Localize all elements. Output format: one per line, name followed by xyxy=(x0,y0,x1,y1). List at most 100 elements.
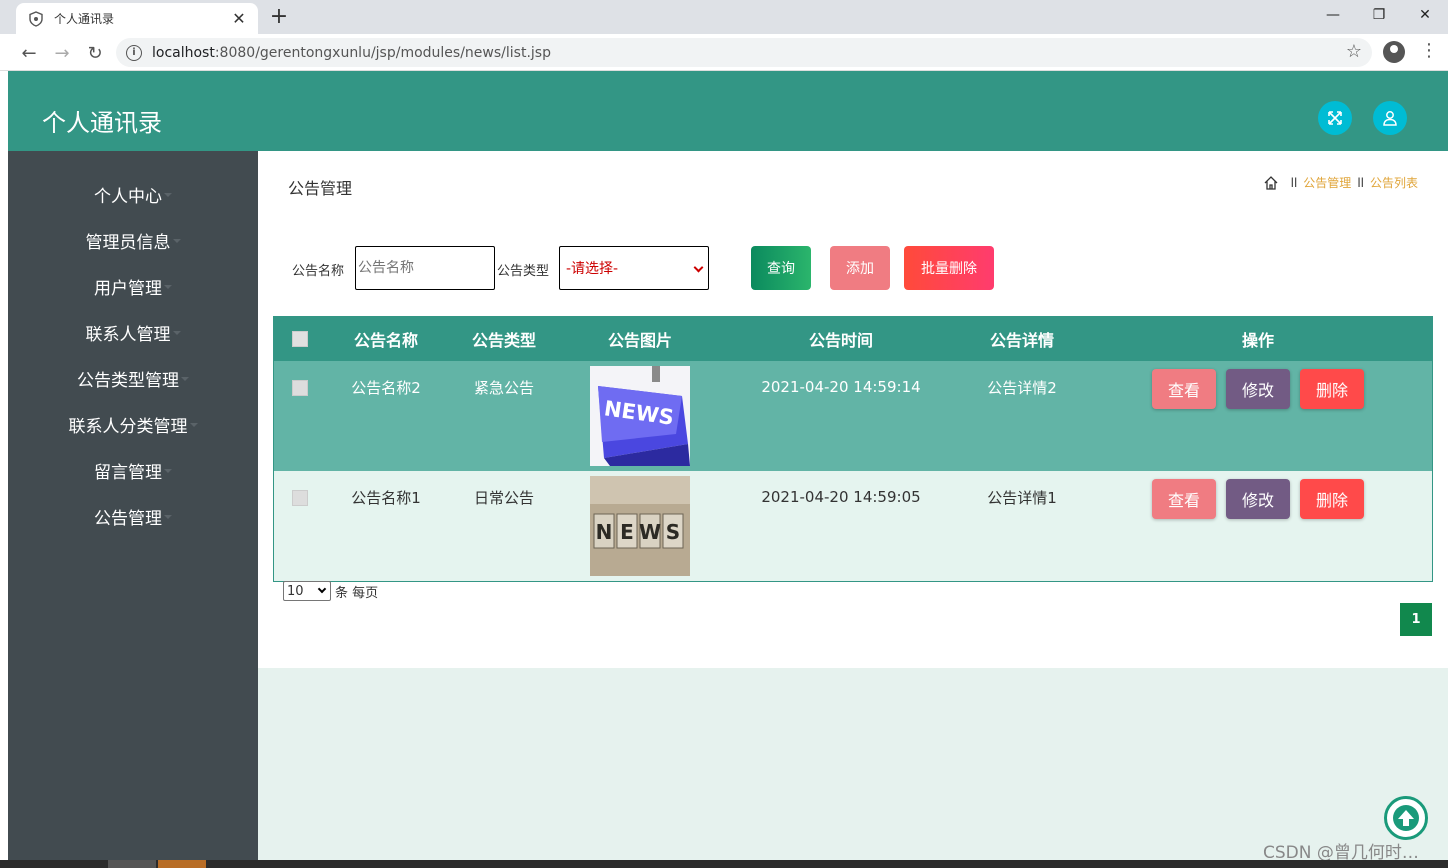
sidebar-item-notice-type-management[interactable]: 公告类型管理 xyxy=(8,363,258,393)
main-content: 公告管理 ll 公告管理 ll 公告列表 公告名称 公告类型 -请选择- 查询 … xyxy=(258,151,1448,860)
app-header: 个人通讯录 xyxy=(8,71,1448,151)
view-button[interactable]: 查看 xyxy=(1152,369,1216,409)
table-header: 公告名称 公告类型 公告图片 公告时间 公告详情 操作 xyxy=(274,317,1432,361)
delete-button[interactable]: 删除 xyxy=(1300,479,1364,519)
add-button[interactable]: 添加 xyxy=(830,246,890,290)
notice-name-cell: 公告名称2 xyxy=(351,378,421,397)
shield-icon xyxy=(29,10,43,27)
notice-name-input[interactable] xyxy=(355,246,495,290)
page-button-current[interactable]: 1 xyxy=(1400,603,1432,636)
browser-tabbar: 个人通讯录 ✕ + — ❐ ✕ xyxy=(0,0,1448,34)
reload-icon[interactable]: ↻ xyxy=(84,42,106,64)
sidebar-item-label: 留言管理 xyxy=(94,462,162,483)
select-all-checkbox[interactable] xyxy=(292,331,308,347)
column-header[interactable]: 公告图片 xyxy=(600,317,680,361)
user-icon[interactable] xyxy=(1373,101,1407,135)
page-size-select[interactable]: 10 xyxy=(283,581,331,601)
taskbar-item[interactable] xyxy=(108,860,156,868)
caret-down-icon xyxy=(189,423,198,427)
svg-text:N: N xyxy=(596,520,613,544)
notice-table: 公告名称 公告类型 公告图片 公告时间 公告详情 操作 公告名称2 紧急公告 N… xyxy=(273,316,1433,582)
svg-text:S: S xyxy=(666,520,680,544)
sidebar-item-label: 联系人管理 xyxy=(85,324,171,345)
fullscreen-icon[interactable] xyxy=(1318,101,1352,135)
table-row: 公告名称2 紧急公告 NEWS 2021-04-20 14:59:14 公告详情… xyxy=(274,361,1432,471)
app: 个人通讯录 个人中心 管理员信息 用户管理 联系人管理 公告类型管理 联系人分类… xyxy=(8,71,1448,860)
notice-name-cell: 公告名称1 xyxy=(351,488,421,507)
content-panel: 公告管理 ll 公告管理 ll 公告列表 公告名称 公告类型 -请选择- 查询 … xyxy=(258,151,1448,668)
caret-down-icon xyxy=(164,515,172,519)
column-header[interactable]: 公告名称 xyxy=(346,317,426,361)
back-to-top-icon[interactable] xyxy=(1384,796,1428,840)
close-window-icon[interactable]: ✕ xyxy=(1402,0,1448,30)
caret-down-icon xyxy=(181,377,189,381)
address-bar[interactable]: i localhost:8080/gerentongxunlu/jsp/modu… xyxy=(116,38,1372,67)
column-header[interactable]: 公告时间 xyxy=(801,317,881,361)
news-keyboard-image: NEWS xyxy=(590,366,690,466)
column-header: 操作 xyxy=(1241,331,1274,350)
notice-type-select-value: -请选择- xyxy=(566,261,619,277)
breadcrumb-separator: ll xyxy=(1290,175,1298,190)
notice-time-cell: 2021-04-20 14:59:14 xyxy=(761,378,921,396)
sidebar-item-admin-info[interactable]: 管理员信息 xyxy=(8,225,258,255)
url-text: localhost:8080/gerentongxunlu/jsp/module… xyxy=(152,44,551,61)
table-row: 公告名称1 日常公告 N E W S 2021-04-20 14:59:05 公… xyxy=(274,471,1432,581)
browser-tab[interactable]: 个人通讯录 ✕ xyxy=(16,3,258,34)
browser-menu-icon[interactable]: ⋮ xyxy=(1420,39,1438,63)
sidebar-item-contact-management[interactable]: 联系人管理 xyxy=(8,317,258,347)
back-icon[interactable]: ← xyxy=(18,42,40,64)
notice-type-cell: 紧急公告 xyxy=(473,378,534,397)
column-header[interactable]: 公告详情 xyxy=(982,317,1062,361)
app-brand: 个人通讯录 xyxy=(42,109,162,137)
taskbar-item[interactable] xyxy=(158,860,206,868)
browser-toolbar: ← → ↻ i localhost:8080/gerentongxunlu/js… xyxy=(0,34,1448,71)
sidebar-item-label: 管理员信息 xyxy=(85,232,171,253)
account-icon[interactable] xyxy=(1383,41,1405,63)
new-tab-icon[interactable]: + xyxy=(268,4,290,30)
sidebar-item-label: 公告管理 xyxy=(94,508,162,529)
caret-down-icon xyxy=(172,331,181,335)
chevron-down-icon xyxy=(693,262,704,273)
sidebar-item-notice-management[interactable]: 公告管理 xyxy=(8,501,258,531)
notice-type-label: 公告类型 xyxy=(497,264,550,279)
svg-text:W: W xyxy=(639,520,661,544)
notice-type-select[interactable]: -请选择- xyxy=(559,246,709,290)
tab-title: 个人通讯录 xyxy=(54,12,115,26)
sidebar: 个人中心 管理员信息 用户管理 联系人管理 公告类型管理 联系人分类管理 留言管… xyxy=(8,151,258,860)
svg-text:E: E xyxy=(620,520,634,544)
view-button[interactable]: 查看 xyxy=(1152,479,1216,519)
notice-detail-cell: 公告详情1 xyxy=(987,488,1057,507)
bookmark-star-icon[interactable]: ☆ xyxy=(1346,41,1362,62)
close-tab-icon[interactable]: ✕ xyxy=(230,9,248,28)
notice-time-cell: 2021-04-20 14:59:05 xyxy=(761,488,921,506)
breadcrumb: ll 公告管理 ll 公告列表 xyxy=(1263,174,1418,191)
sidebar-item-personal-center[interactable]: 个人中心 xyxy=(8,179,258,209)
forward-icon[interactable]: → xyxy=(51,42,73,64)
sidebar-item-label: 公告类型管理 xyxy=(77,370,179,391)
notice-detail-cell: 公告详情2 xyxy=(987,378,1057,397)
sidebar-item-label: 用户管理 xyxy=(94,278,162,299)
restore-icon[interactable]: ❐ xyxy=(1356,0,1402,30)
page-size-label: 条 每页 xyxy=(335,585,379,601)
breadcrumb-item-notice-management[interactable]: 公告管理 xyxy=(1303,174,1351,191)
row-checkbox[interactable] xyxy=(292,490,308,506)
minimize-icon[interactable]: — xyxy=(1310,0,1356,30)
edit-button[interactable]: 修改 xyxy=(1226,369,1290,409)
edit-button[interactable]: 修改 xyxy=(1226,479,1290,519)
delete-button[interactable]: 删除 xyxy=(1300,369,1364,409)
sidebar-item-label: 联系人分类管理 xyxy=(68,416,188,437)
breadcrumb-item-notice-list[interactable]: 公告列表 xyxy=(1370,174,1418,191)
page-size-value: 10 xyxy=(287,583,304,599)
row-checkbox[interactable] xyxy=(292,380,308,396)
sidebar-item-contact-category-management[interactable]: 联系人分类管理 xyxy=(8,409,258,439)
os-taskbar xyxy=(0,860,1448,868)
caret-down-icon xyxy=(164,193,172,197)
sidebar-item-user-management[interactable]: 用户管理 xyxy=(8,271,258,301)
home-icon[interactable] xyxy=(1263,175,1279,191)
info-icon[interactable]: i xyxy=(126,44,142,61)
batch-delete-button[interactable]: 批量删除 xyxy=(904,246,994,290)
query-button[interactable]: 查询 xyxy=(751,246,811,290)
caret-down-icon xyxy=(164,285,172,289)
sidebar-item-message-management[interactable]: 留言管理 xyxy=(8,455,258,485)
column-header[interactable]: 公告类型 xyxy=(464,317,544,361)
